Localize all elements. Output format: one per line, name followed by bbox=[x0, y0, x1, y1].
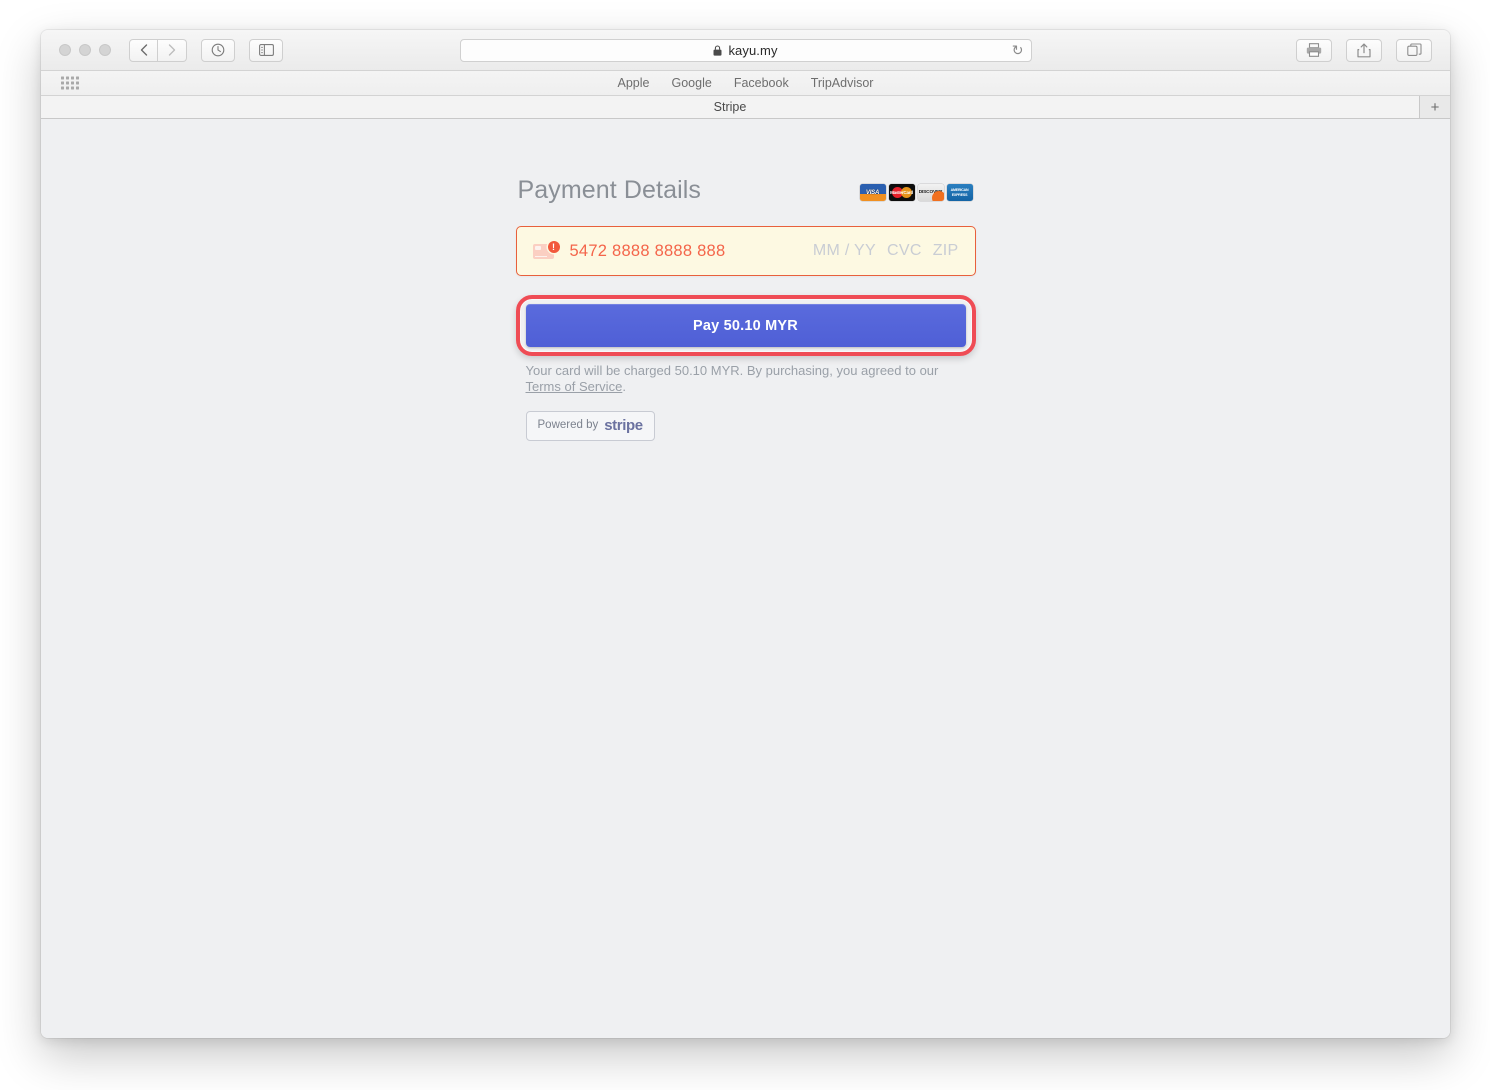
browser-toolbar: kayu.my ↻ bbox=[41, 30, 1450, 71]
visa-icon: VISA bbox=[859, 184, 886, 201]
back-button[interactable] bbox=[129, 38, 158, 62]
card-expiry-input[interactable]: MM / YY bbox=[813, 242, 876, 260]
share-button[interactable] bbox=[1346, 38, 1382, 62]
forward-button[interactable] bbox=[158, 38, 187, 62]
tab-overview-button[interactable] bbox=[1396, 38, 1432, 62]
minimize-window-button[interactable] bbox=[79, 44, 91, 56]
card-cvc-input[interactable]: CVC bbox=[887, 242, 922, 260]
browser-window: kayu.my ↻ Apple Google Facebook TripAdvi… bbox=[41, 30, 1450, 1038]
reload-button[interactable]: ↻ bbox=[1012, 43, 1024, 57]
sidebar-icon bbox=[258, 44, 274, 56]
accepted-card-brands: VISA MasterCard DISCOVER AMERICANEXPRESS bbox=[859, 184, 973, 205]
card-zip-input[interactable]: ZIP bbox=[933, 242, 959, 260]
history-group bbox=[201, 38, 235, 62]
bookmark-tripadvisor[interactable]: TripAdvisor bbox=[811, 76, 874, 90]
navigation-buttons bbox=[129, 38, 187, 62]
tab-title: Stripe bbox=[713, 100, 747, 114]
toolbar-right-group bbox=[1282, 38, 1432, 62]
print-button[interactable] bbox=[1296, 38, 1332, 62]
page-title: Payment Details bbox=[517, 176, 702, 204]
tab-stripe[interactable]: Stripe bbox=[41, 96, 1420, 118]
bookmark-links: Apple Google Facebook TripAdvisor bbox=[618, 76, 874, 90]
stripe-checkout-form: Payment Details VISA MasterCard DISCOVER… bbox=[515, 176, 976, 441]
pay-button[interactable]: Pay 50.10 MYR bbox=[525, 304, 966, 347]
sidebar-toggle-button[interactable] bbox=[249, 38, 283, 62]
terms-of-service-link[interactable]: Terms of Service bbox=[526, 379, 623, 394]
sidebar-group bbox=[249, 38, 283, 62]
card-number-input[interactable]: 5472 8888 8888 888 bbox=[570, 242, 726, 261]
share-icon bbox=[1357, 43, 1371, 57]
mastercard-icon: MasterCard bbox=[888, 184, 915, 201]
legal-text-after: . bbox=[622, 378, 626, 394]
print-group bbox=[1296, 38, 1332, 62]
discover-icon: DISCOVER bbox=[917, 184, 944, 201]
tab-bar: Stripe + bbox=[41, 96, 1450, 119]
window-controls bbox=[59, 44, 111, 56]
bookmark-apple[interactable]: Apple bbox=[618, 76, 650, 90]
stripe-wordmark: stripe bbox=[604, 416, 643, 434]
card-input-field[interactable]: ! 5472 8888 8888 888 MM / YY CVC ZIP bbox=[515, 226, 976, 276]
share-group bbox=[1346, 38, 1382, 62]
clock-icon bbox=[211, 43, 225, 57]
address-bar[interactable]: kayu.my ↻ bbox=[459, 38, 1032, 62]
powered-by-stripe-badge[interactable]: Powered by stripe bbox=[525, 410, 655, 441]
bookmarks-bar: Apple Google Facebook TripAdvisor bbox=[41, 71, 1450, 96]
bookmarks-grid-icon[interactable] bbox=[61, 76, 79, 90]
chevron-right-icon bbox=[168, 44, 176, 56]
bookmark-google[interactable]: Google bbox=[672, 76, 712, 90]
card-extra-inputs: MM / YY CVC ZIP bbox=[813, 242, 959, 260]
error-badge-icon: ! bbox=[547, 241, 560, 253]
credit-card-icon: ! bbox=[532, 241, 560, 260]
pay-button-wrapper: Pay 50.10 MYR bbox=[515, 295, 976, 356]
history-button[interactable] bbox=[201, 38, 235, 62]
chevron-left-icon bbox=[140, 44, 147, 56]
zoom-window-button[interactable] bbox=[99, 44, 111, 56]
tab-overview-icon bbox=[1406, 43, 1422, 56]
tab-overview-group bbox=[1396, 38, 1432, 62]
amex-icon: AMERICAN EXPRESS bbox=[946, 184, 973, 201]
legal-disclaimer: Your card will be charged 50.10 MYR. By … bbox=[516, 363, 954, 395]
bookmark-facebook[interactable]: Facebook bbox=[734, 76, 789, 90]
form-header: Payment Details VISA MasterCard DISCOVER… bbox=[516, 176, 976, 205]
legal-text-before: Your card will be charged 50.10 MYR. By … bbox=[525, 363, 939, 378]
powered-by-label: Powered by bbox=[537, 419, 599, 432]
print-icon bbox=[1306, 43, 1322, 57]
new-tab-button[interactable]: + bbox=[1420, 96, 1450, 118]
close-window-button[interactable] bbox=[59, 44, 71, 56]
page-content: Payment Details VISA MasterCard DISCOVER… bbox=[41, 119, 1450, 1038]
lock-icon bbox=[713, 44, 722, 56]
address-bar-text: kayu.my bbox=[728, 42, 778, 58]
